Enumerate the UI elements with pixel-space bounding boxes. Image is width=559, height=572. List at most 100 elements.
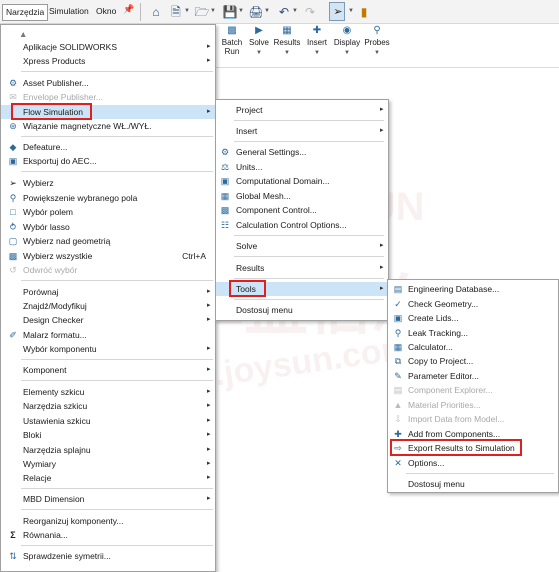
results-icon: ▦	[282, 25, 292, 36]
menu-item-leak-tracking[interactable]: ⚲ Leak Tracking...	[388, 326, 558, 340]
insert-icon: ✚	[312, 25, 322, 36]
menu-item-import-data: ⇩ Import Data from Model...	[394, 414, 505, 424]
insert-button[interactable]: ✚ Insert ▼	[302, 24, 332, 56]
results-button[interactable]: ▦ Results ▼	[271, 24, 303, 56]
save-dropdown-icon[interactable]: ▼	[238, 8, 244, 14]
menu-scroll-up[interactable]: ▲	[1, 27, 215, 41]
menu-item-component-control[interactable]: ▩ Component Control...	[216, 203, 388, 217]
chevron-right-icon: ▸	[207, 43, 211, 50]
undo-icon[interactable]: ↶	[276, 3, 292, 21]
highlight-box-flow-simulation	[11, 103, 92, 120]
solve-dropdown-icon[interactable]: ▼	[245, 50, 273, 56]
menu-item-envelope-publisher: ✉ Envelope Publisher...	[9, 92, 103, 102]
menu-item-options[interactable]: ✕ Options...	[388, 456, 558, 470]
lasso-icon: ⥁	[9, 222, 17, 232]
probes-button[interactable]: ⚲ Probes ▼	[362, 24, 392, 56]
probes-dropdown-icon[interactable]: ▼	[362, 50, 392, 56]
menu-item-komponent[interactable]: Komponent ▸	[1, 363, 215, 377]
display-dropdown-icon[interactable]: ▼	[331, 50, 363, 56]
menu-item-xpress-products[interactable]: Xpress Products ▸	[1, 54, 215, 68]
menu-separator	[21, 545, 213, 546]
solve-button[interactable]: ▶ Solve ▼	[245, 24, 273, 56]
pin-icon[interactable]: 📌	[123, 4, 134, 15]
menu-item-computational-domain[interactable]: ▣ Computational Domain...	[216, 174, 388, 188]
menu-item-units[interactable]: ⚖ Units...	[216, 160, 388, 174]
menu-item-create-lids[interactable]: ▣ Create Lids...	[388, 311, 558, 325]
toolbar-separator	[140, 3, 141, 21]
menu-item-defeature[interactable]: ◆ Defeature...	[1, 140, 215, 154]
menu-item-engineering-database[interactable]: ▤ Engineering Database...	[388, 282, 558, 296]
menu-item-dostosuj-menu-tools[interactable]: Dostosuj menu	[388, 477, 558, 491]
menu-item-parameter-editor[interactable]: ✎ Parameter Editor...	[388, 369, 558, 383]
menu-item-porownaj[interactable]: Porównaj ▸	[1, 285, 215, 299]
save-icon[interactable]: 💾	[222, 3, 238, 21]
menu-item-rownania[interactable]: Σ Równania...	[1, 528, 215, 542]
batch-run-button[interactable]: ▩ Batch Run	[218, 24, 246, 56]
select-dropdown-icon[interactable]: ▼	[348, 8, 354, 14]
menu-item-solve[interactable]: Solve ▸	[216, 239, 388, 253]
menu-item-calculation-control[interactable]: ☷ Calculation Control Options...	[216, 218, 388, 232]
leak-tracking-icon: ⚲	[394, 328, 402, 338]
menu-item-narzedzia-splajnu[interactable]: Narzędzia splajnu ▸	[1, 443, 215, 457]
menu-item-insert[interactable]: Insert ▸	[216, 124, 388, 138]
print-icon[interactable]: 🖨	[248, 3, 264, 21]
menu-item-ustawienia-szkicu[interactable]: Ustawienia szkicu ▸	[1, 414, 215, 428]
menu-item-calculator[interactable]: ▦ Calculator...	[388, 340, 558, 354]
chevron-right-icon: ▸	[207, 288, 211, 295]
undo-dropdown-icon[interactable]: ▼	[292, 8, 298, 14]
select-cursor-button[interactable]: ➢	[329, 2, 345, 21]
insert-dropdown-icon[interactable]: ▼	[302, 50, 332, 56]
menu-item-aplikacje-solidworks[interactable]: Aplikacje SOLIDWORKS ▸	[1, 40, 215, 54]
new-dropdown-icon[interactable]: ▼	[184, 8, 190, 14]
print-dropdown-icon[interactable]: ▼	[264, 8, 270, 14]
menu-item-elementy-szkicu[interactable]: Elementy szkicu ▸	[1, 385, 215, 399]
rebuild-icon[interactable]: ▮	[356, 3, 372, 21]
magnetic-mate-icon: ⊛	[9, 121, 17, 131]
menu-item-wybierz-wszystkie[interactable]: ▩ Wybierz wszystkie Ctrl+A	[1, 249, 215, 263]
menu-item-wymiary[interactable]: Wymiary ▸	[1, 457, 215, 471]
redo-icon[interactable]: ↷	[302, 3, 318, 21]
menu-item-design-checker[interactable]: Design Checker ▸	[1, 313, 215, 327]
menu-item-copy-to-project[interactable]: ⧉ Copy to Project...	[388, 354, 558, 368]
menu-item-results[interactable]: Results ▸	[216, 261, 388, 275]
open-dropdown-icon[interactable]: ▼	[210, 8, 216, 14]
menu-item-check-geometry[interactable]: ✓ Check Geometry...	[388, 297, 558, 311]
new-document-icon[interactable]: 🗎	[168, 3, 184, 21]
results-dropdown-icon[interactable]: ▼	[271, 50, 303, 56]
menu-item-wybor-komponentu[interactable]: Wybór komponentu ▸	[1, 342, 215, 356]
menu-item-wybor-polem[interactable]: □ Wybór polem	[1, 205, 215, 219]
menu-tab-okno[interactable]: Okno	[93, 4, 119, 21]
menu-item-narzedzia-szkicu[interactable]: Narzędzia szkicu ▸	[1, 399, 215, 413]
menu-item-reorganizuj-komponenty[interactable]: Reorganizuj komponenty...	[1, 514, 215, 528]
menu-item-relacje[interactable]: Relacje ▸	[1, 471, 215, 485]
shortcut-ctrl-a: Ctrl+A	[182, 251, 206, 261]
menu-item-eksportuj-aec[interactable]: ▣ Eksportuj do AEC...	[1, 154, 215, 168]
menu-item-mbd-dimension[interactable]: MBD Dimension ▸	[1, 492, 215, 506]
chevron-right-icon: ▸	[207, 495, 211, 502]
menu-item-znajdz-modyfikuj[interactable]: Znajdź/Modyfikuj ▸	[1, 299, 215, 313]
menu-item-powiekszenie[interactable]: ⚲ Powiększenie wybranego pola	[1, 191, 215, 205]
menu-item-asset-publisher[interactable]: ⚙ Asset Publisher...	[1, 76, 215, 90]
menu-tab-narzedzia[interactable]: Narzędzia	[2, 4, 49, 21]
menu-item-global-mesh[interactable]: ▦ Global Mesh...	[216, 189, 388, 203]
home-icon[interactable]: ⌂	[148, 3, 164, 21]
options-icon: ✕	[394, 458, 402, 468]
menu-tab-simulation[interactable]: Simulation	[46, 4, 92, 21]
menu-item-general-settings[interactable]: ⚙ General Settings...	[216, 145, 388, 159]
menu-item-malarz-formatu[interactable]: ✐ Malarz formatu...	[1, 328, 215, 342]
menu-item-wybor-lasso[interactable]: ⥁ Wybór lasso	[1, 220, 215, 234]
menu-item-dostosuj-menu[interactable]: Dostosuj menu	[216, 303, 388, 317]
select-icon: ➢	[9, 178, 17, 188]
open-icon[interactable]: 🗁	[194, 3, 210, 21]
chevron-right-icon: ▸	[207, 460, 211, 467]
menu-item-wiazanie-magnetyczne[interactable]: ⊛ Wiązanie magnetyczne WŁ./WYŁ.	[1, 119, 215, 133]
menu-item-project[interactable]: Project ▸	[216, 103, 388, 117]
highlight-box-tools	[229, 280, 266, 297]
menu-item-sprawdzenie-symetrii[interactable]: ⇅ Sprawdzenie symetrii...	[1, 549, 215, 563]
display-button[interactable]: ◉ Display ▼	[331, 24, 363, 56]
chevron-right-icon: ▸	[380, 106, 384, 113]
menu-item-wybierz-nad-geometria[interactable]: ▢ Wybierz nad geometrią	[1, 234, 215, 248]
add-from-components-icon: ✚	[394, 429, 402, 439]
menu-item-bloki[interactable]: Bloki ▸	[1, 428, 215, 442]
menu-item-wybierz[interactable]: ➢ Wybierz	[1, 176, 215, 190]
